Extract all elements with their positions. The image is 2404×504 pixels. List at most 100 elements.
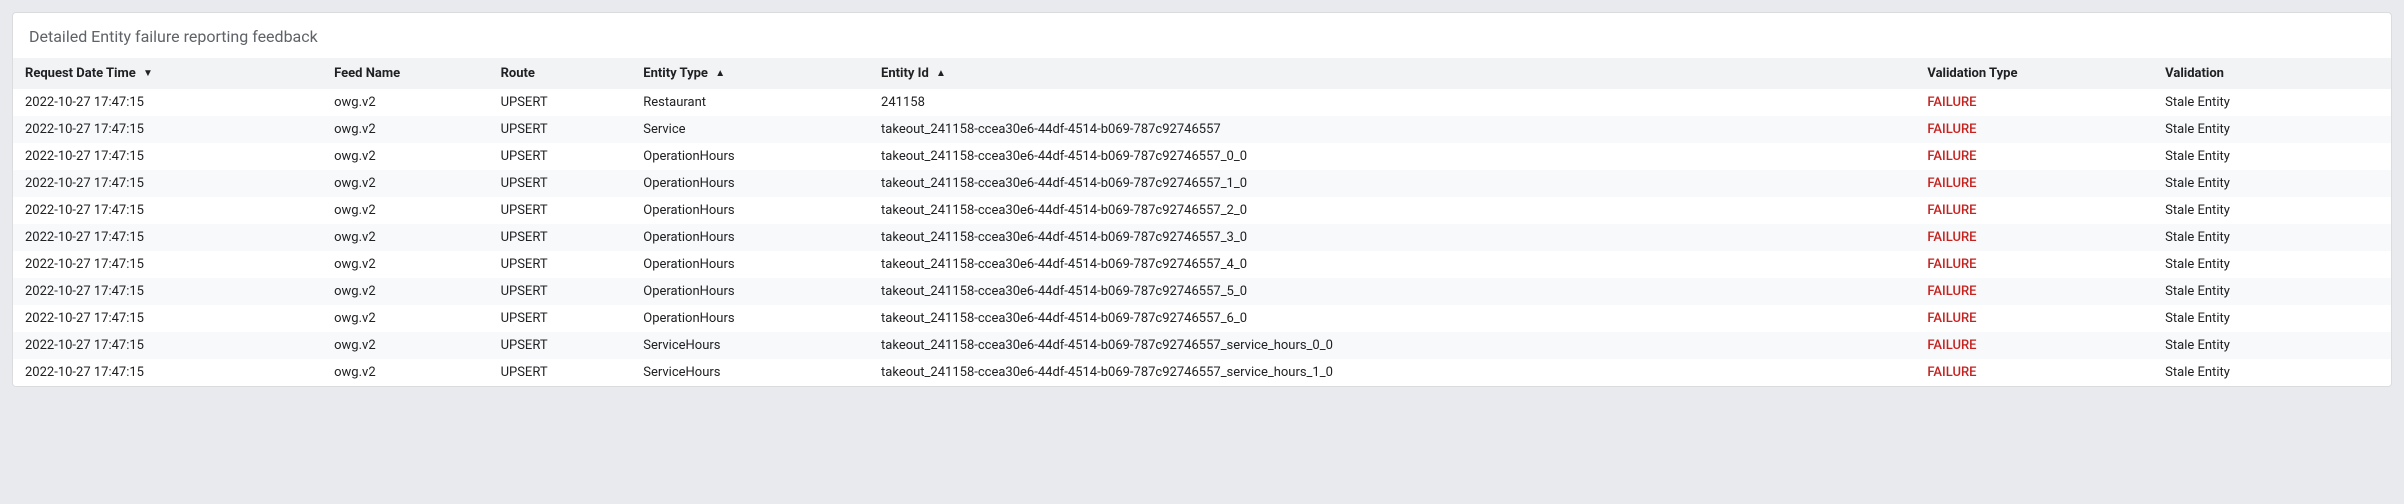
- cell-validation: Stale Entity: [2153, 332, 2391, 359]
- table-header-row: Request Date Time ▼ Feed Name Route Enti…: [13, 58, 2391, 89]
- table-row[interactable]: 2022-10-27 17:47:15owg.v2UPSERTServiceHo…: [13, 332, 2391, 359]
- cell-entity-type: OperationHours: [631, 143, 869, 170]
- cell-feed-name: owg.v2: [322, 224, 488, 251]
- col-header-entity-id[interactable]: Entity Id ▲: [869, 58, 1915, 89]
- cell-request-date-time: 2022-10-27 17:47:15: [13, 197, 322, 224]
- cell-request-date-time: 2022-10-27 17:47:15: [13, 224, 322, 251]
- cell-validation-type: FAILURE: [1915, 170, 2153, 197]
- cell-entity-type: ServiceHours: [631, 332, 869, 359]
- cell-validation-type: FAILURE: [1915, 305, 2153, 332]
- cell-validation-type: FAILURE: [1915, 116, 2153, 143]
- table-row[interactable]: 2022-10-27 17:47:15owg.v2UPSERTOperation…: [13, 251, 2391, 278]
- cell-entity-id: takeout_241158-ccea30e6-44df-4514-b069-7…: [869, 359, 1915, 386]
- sort-asc-icon: ▲: [936, 68, 946, 79]
- cell-validation-type: FAILURE: [1915, 278, 2153, 305]
- cell-request-date-time: 2022-10-27 17:47:15: [13, 332, 322, 359]
- cell-feed-name: owg.v2: [322, 251, 488, 278]
- cell-validation: Stale Entity: [2153, 116, 2391, 143]
- cell-validation: Stale Entity: [2153, 305, 2391, 332]
- cell-request-date-time: 2022-10-27 17:47:15: [13, 143, 322, 170]
- cell-entity-type: OperationHours: [631, 197, 869, 224]
- cell-validation-type: FAILURE: [1915, 89, 2153, 116]
- cell-route: UPSERT: [489, 89, 632, 116]
- cell-route: UPSERT: [489, 332, 632, 359]
- table-row[interactable]: 2022-10-27 17:47:15owg.v2UPSERTOperation…: [13, 224, 2391, 251]
- cell-route: UPSERT: [489, 305, 632, 332]
- cell-feed-name: owg.v2: [322, 332, 488, 359]
- table-row[interactable]: 2022-10-27 17:47:15owg.v2UPSERTOperation…: [13, 143, 2391, 170]
- cell-route: UPSERT: [489, 359, 632, 386]
- cell-entity-type: Restaurant: [631, 89, 869, 116]
- cell-route: UPSERT: [489, 251, 632, 278]
- cell-validation-type: FAILURE: [1915, 143, 2153, 170]
- cell-route: UPSERT: [489, 197, 632, 224]
- cell-request-date-time: 2022-10-27 17:47:15: [13, 89, 322, 116]
- table-row[interactable]: 2022-10-27 17:47:15owg.v2UPSERTOperation…: [13, 278, 2391, 305]
- cell-feed-name: owg.v2: [322, 143, 488, 170]
- cell-validation: Stale Entity: [2153, 197, 2391, 224]
- cell-entity-id: takeout_241158-ccea30e6-44df-4514-b069-7…: [869, 143, 1915, 170]
- col-header-label: Validation Type: [1927, 66, 2017, 81]
- cell-feed-name: owg.v2: [322, 170, 488, 197]
- cell-validation: Stale Entity: [2153, 278, 2391, 305]
- col-header-label: Entity Type: [643, 66, 708, 81]
- col-header-validation[interactable]: Validation: [2153, 58, 2391, 89]
- col-header-request-date-time[interactable]: Request Date Time ▼: [13, 58, 322, 89]
- cell-entity-id: takeout_241158-ccea30e6-44df-4514-b069-7…: [869, 224, 1915, 251]
- cell-feed-name: owg.v2: [322, 89, 488, 116]
- cell-validation: Stale Entity: [2153, 143, 2391, 170]
- cell-entity-id: takeout_241158-ccea30e6-44df-4514-b069-7…: [869, 170, 1915, 197]
- table-row[interactable]: 2022-10-27 17:47:15owg.v2UPSERTServiceta…: [13, 116, 2391, 143]
- cell-route: UPSERT: [489, 224, 632, 251]
- table-container: Request Date Time ▼ Feed Name Route Enti…: [13, 58, 2391, 386]
- cell-validation-type: FAILURE: [1915, 359, 2153, 386]
- col-header-label: Entity Id: [881, 66, 929, 81]
- cell-entity-type: OperationHours: [631, 251, 869, 278]
- cell-entity-type: OperationHours: [631, 305, 869, 332]
- cell-validation-type: FAILURE: [1915, 224, 2153, 251]
- cell-entity-id: takeout_241158-ccea30e6-44df-4514-b069-7…: [869, 116, 1915, 143]
- panel-detailed-entity-failure: Detailed Entity failure reporting feedba…: [12, 12, 2392, 387]
- cell-entity-type: OperationHours: [631, 224, 869, 251]
- cell-request-date-time: 2022-10-27 17:47:15: [13, 278, 322, 305]
- col-header-label: Feed Name: [334, 66, 400, 81]
- cell-validation-type: FAILURE: [1915, 197, 2153, 224]
- cell-validation: Stale Entity: [2153, 224, 2391, 251]
- cell-feed-name: owg.v2: [322, 116, 488, 143]
- col-header-route[interactable]: Route: [489, 58, 632, 89]
- cell-validation-type: FAILURE: [1915, 332, 2153, 359]
- cell-route: UPSERT: [489, 116, 632, 143]
- sort-desc-icon: ▼: [143, 68, 153, 79]
- sort-asc-icon: ▲: [715, 68, 725, 79]
- cell-entity-id: takeout_241158-ccea30e6-44df-4514-b069-7…: [869, 251, 1915, 278]
- cell-entity-id: takeout_241158-ccea30e6-44df-4514-b069-7…: [869, 197, 1915, 224]
- cell-entity-type: OperationHours: [631, 170, 869, 197]
- cell-validation: Stale Entity: [2153, 359, 2391, 386]
- col-header-entity-type[interactable]: Entity Type ▲: [631, 58, 869, 89]
- cell-request-date-time: 2022-10-27 17:47:15: [13, 116, 322, 143]
- cell-validation-type: FAILURE: [1915, 251, 2153, 278]
- cell-entity-id: takeout_241158-ccea30e6-44df-4514-b069-7…: [869, 332, 1915, 359]
- cell-feed-name: owg.v2: [322, 197, 488, 224]
- cell-request-date-time: 2022-10-27 17:47:15: [13, 359, 322, 386]
- cell-route: UPSERT: [489, 143, 632, 170]
- table-row[interactable]: 2022-10-27 17:47:15owg.v2UPSERTServiceHo…: [13, 359, 2391, 386]
- cell-feed-name: owg.v2: [322, 305, 488, 332]
- table-row[interactable]: 2022-10-27 17:47:15owg.v2UPSERTOperation…: [13, 305, 2391, 332]
- col-header-label: Validation: [2165, 66, 2224, 81]
- cell-entity-id: 241158: [869, 89, 1915, 116]
- table-row[interactable]: 2022-10-27 17:47:15owg.v2UPSERTRestauran…: [13, 89, 2391, 116]
- col-header-validation-type[interactable]: Validation Type: [1915, 58, 2153, 89]
- col-header-feed-name[interactable]: Feed Name: [322, 58, 488, 89]
- table-row[interactable]: 2022-10-27 17:47:15owg.v2UPSERTOperation…: [13, 170, 2391, 197]
- cell-request-date-time: 2022-10-27 17:47:15: [13, 305, 322, 332]
- cell-validation: Stale Entity: [2153, 170, 2391, 197]
- table-row[interactable]: 2022-10-27 17:47:15owg.v2UPSERTOperation…: [13, 197, 2391, 224]
- cell-validation: Stale Entity: [2153, 89, 2391, 116]
- col-header-label: Request Date Time: [25, 66, 136, 81]
- cell-request-date-time: 2022-10-27 17:47:15: [13, 251, 322, 278]
- cell-validation: Stale Entity: [2153, 251, 2391, 278]
- cell-entity-type: Service: [631, 116, 869, 143]
- cell-feed-name: owg.v2: [322, 359, 488, 386]
- cell-entity-id: takeout_241158-ccea30e6-44df-4514-b069-7…: [869, 305, 1915, 332]
